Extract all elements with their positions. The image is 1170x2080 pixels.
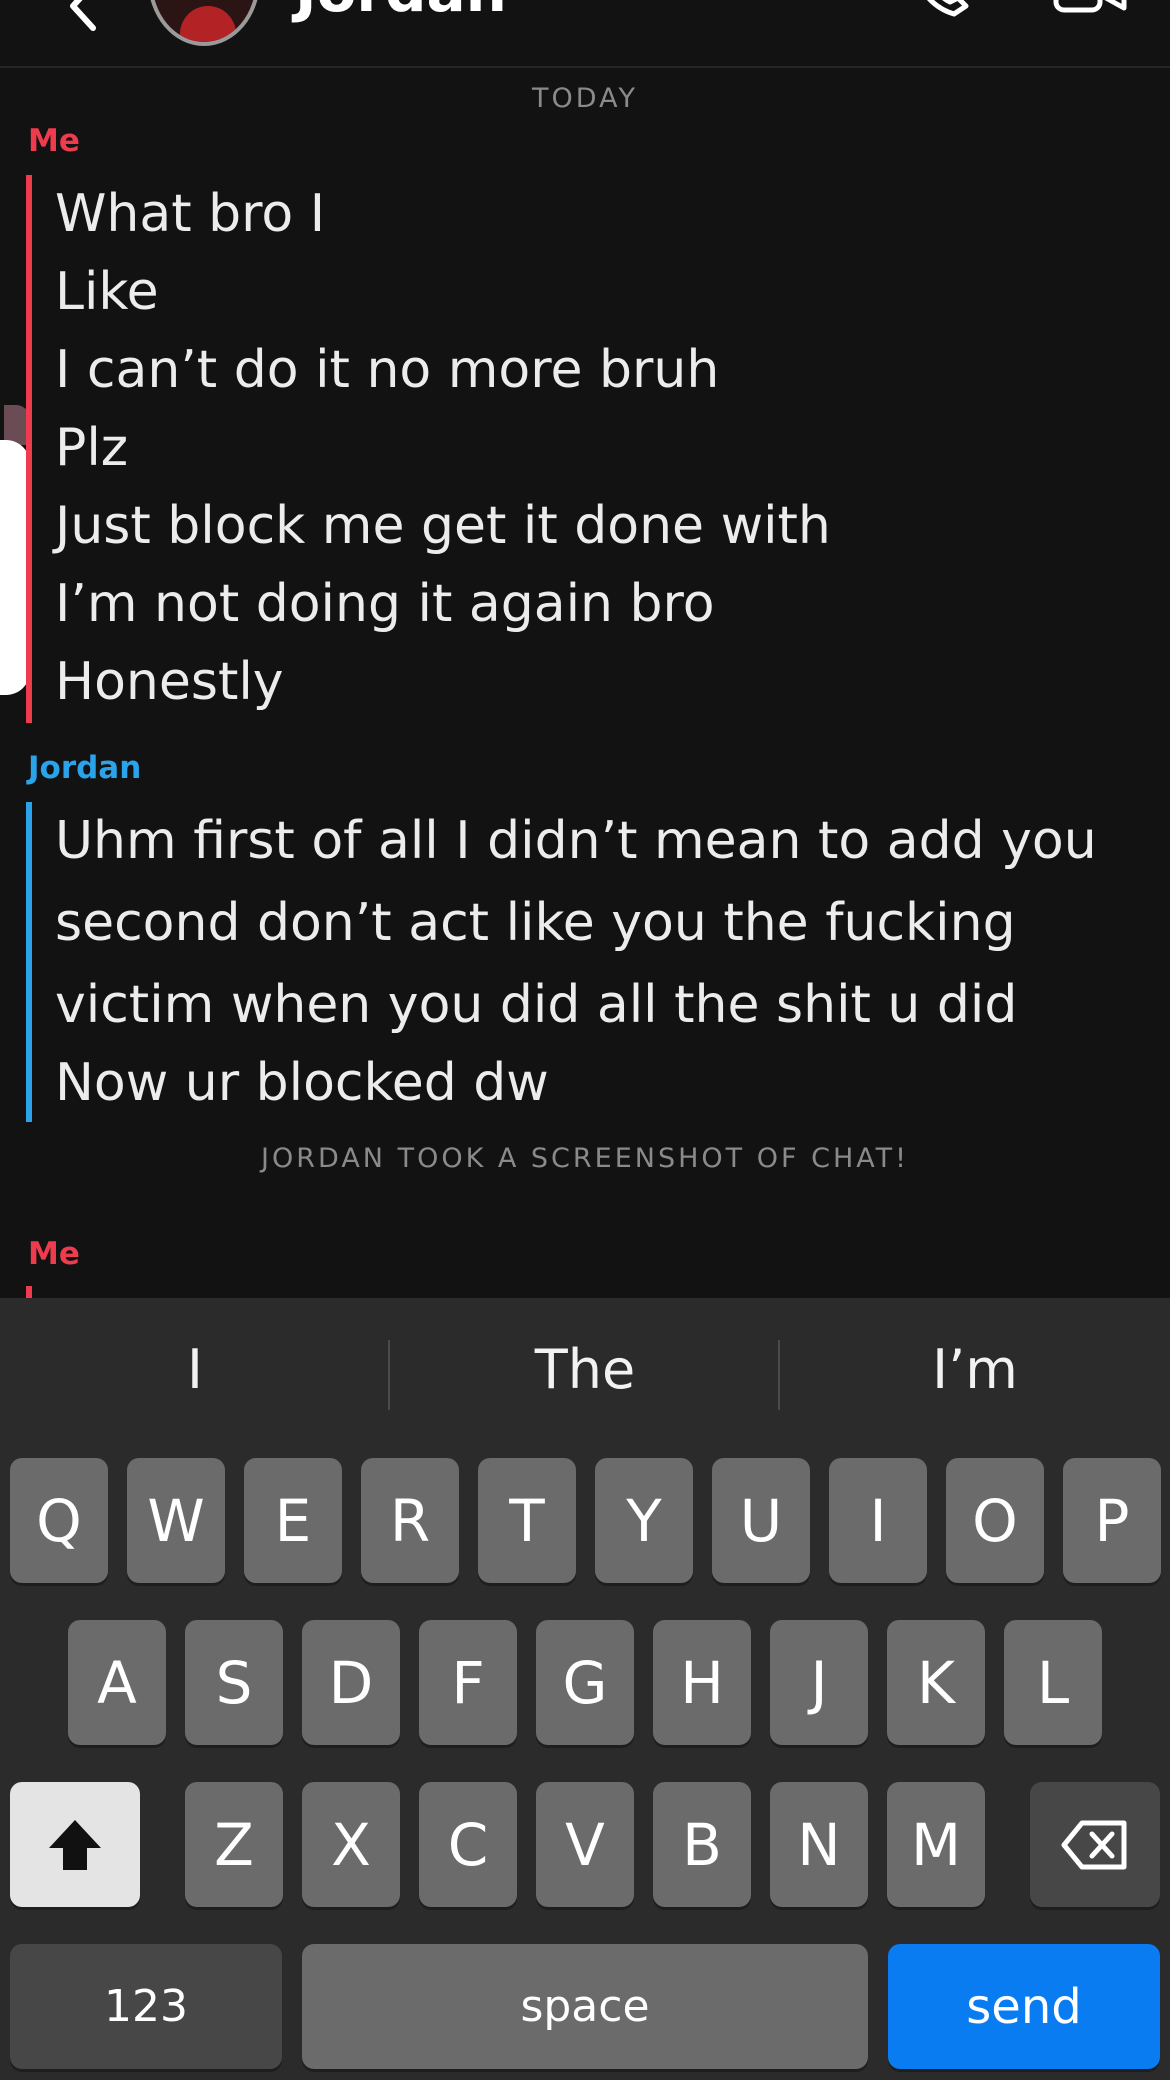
- key-p[interactable]: P: [1063, 1458, 1161, 1583]
- chat-message[interactable]: Like: [55, 261, 159, 323]
- chevron-left-icon: [70, 0, 96, 31]
- key-t[interactable]: T: [478, 1458, 576, 1583]
- sender-label-jordan: Jordan: [28, 750, 142, 786]
- shift-key[interactable]: [10, 1782, 140, 1907]
- avatar[interactable]: [148, 0, 260, 46]
- send-button[interactable]: send: [888, 1944, 1160, 2069]
- key-i[interactable]: I: [829, 1458, 927, 1583]
- key-o[interactable]: O: [946, 1458, 1044, 1583]
- sender-label-me: Me: [28, 123, 80, 159]
- chat-header: Jordan: [0, 0, 1170, 68]
- screenshot-notice: JORDAN TOOK A SCREENSHOT OF CHAT!: [261, 1143, 909, 1174]
- space-key[interactable]: space: [302, 1944, 868, 2069]
- suggestion-1[interactable]: I: [0, 1338, 390, 1401]
- chat-message[interactable]: Plz: [55, 417, 128, 479]
- chat-screen: Jordan TODAY Me What bro I Like I can’t …: [0, 0, 1170, 2080]
- chat-message[interactable]: victim when you did all the shit u did: [55, 964, 1017, 1046]
- backspace-icon: [1061, 1820, 1127, 1869]
- shift-icon: [49, 1819, 101, 1870]
- chat-message[interactable]: second don’t act like you the fucking: [55, 882, 1016, 964]
- key-e[interactable]: E: [244, 1458, 342, 1583]
- chat-message[interactable]: What bro I: [55, 183, 325, 245]
- key-b[interactable]: B: [653, 1782, 751, 1907]
- delete-key[interactable]: [1030, 1782, 1160, 1907]
- contact-name[interactable]: Jordan: [295, 0, 507, 20]
- video-camera-icon: [1053, 0, 1127, 13]
- key-h[interactable]: H: [653, 1620, 751, 1745]
- key-k[interactable]: K: [887, 1620, 985, 1745]
- day-divider: TODAY: [532, 83, 638, 114]
- key-a[interactable]: A: [68, 1620, 166, 1745]
- message-group-bar: [26, 1286, 32, 1298]
- chat-message[interactable]: Just block me get it done with: [55, 495, 831, 557]
- key-w[interactable]: W: [127, 1458, 225, 1583]
- chat-message[interactable]: I’m not doing it again bro: [55, 573, 715, 635]
- suggestion-3[interactable]: I’m: [780, 1338, 1170, 1401]
- video-call-button[interactable]: [1050, 0, 1130, 20]
- back-button[interactable]: [55, 0, 115, 38]
- key-q[interactable]: Q: [10, 1458, 108, 1583]
- chat-message[interactable]: Honestly: [55, 651, 284, 713]
- key-j[interactable]: J: [770, 1620, 868, 1745]
- key-y[interactable]: Y: [595, 1458, 693, 1583]
- message-group-bar: [26, 175, 32, 723]
- chat-message[interactable]: Now ur blocked dw: [55, 1042, 549, 1124]
- bitmoji-icon: [180, 6, 236, 42]
- key-s[interactable]: S: [185, 1620, 283, 1745]
- key-n[interactable]: N: [770, 1782, 868, 1907]
- keyboard: I The I’m Q W E R T Y U I O P A S D F G …: [0, 1298, 1170, 2080]
- key-m[interactable]: M: [887, 1782, 985, 1907]
- phone-icon: [927, 0, 969, 17]
- numbers-key[interactable]: 123: [10, 1944, 282, 2069]
- key-u[interactable]: U: [712, 1458, 810, 1583]
- call-button[interactable]: [910, 0, 980, 20]
- message-group-bar: [26, 802, 32, 1122]
- suggestion-2[interactable]: The: [390, 1338, 780, 1401]
- key-z[interactable]: Z: [185, 1782, 283, 1907]
- sender-label-me: Me: [28, 1236, 80, 1272]
- key-c[interactable]: C: [419, 1782, 517, 1907]
- key-x[interactable]: X: [302, 1782, 400, 1907]
- key-r[interactable]: R: [361, 1458, 459, 1583]
- chat-message[interactable]: I can’t do it no more bruh: [55, 339, 719, 401]
- key-l[interactable]: L: [1004, 1620, 1102, 1745]
- key-g[interactable]: G: [536, 1620, 634, 1745]
- chat-message[interactable]: Uhm first of all I didn’t mean to add yo…: [55, 800, 1097, 882]
- key-f[interactable]: F: [419, 1620, 517, 1745]
- key-v[interactable]: V: [536, 1782, 634, 1907]
- key-d[interactable]: D: [302, 1620, 400, 1745]
